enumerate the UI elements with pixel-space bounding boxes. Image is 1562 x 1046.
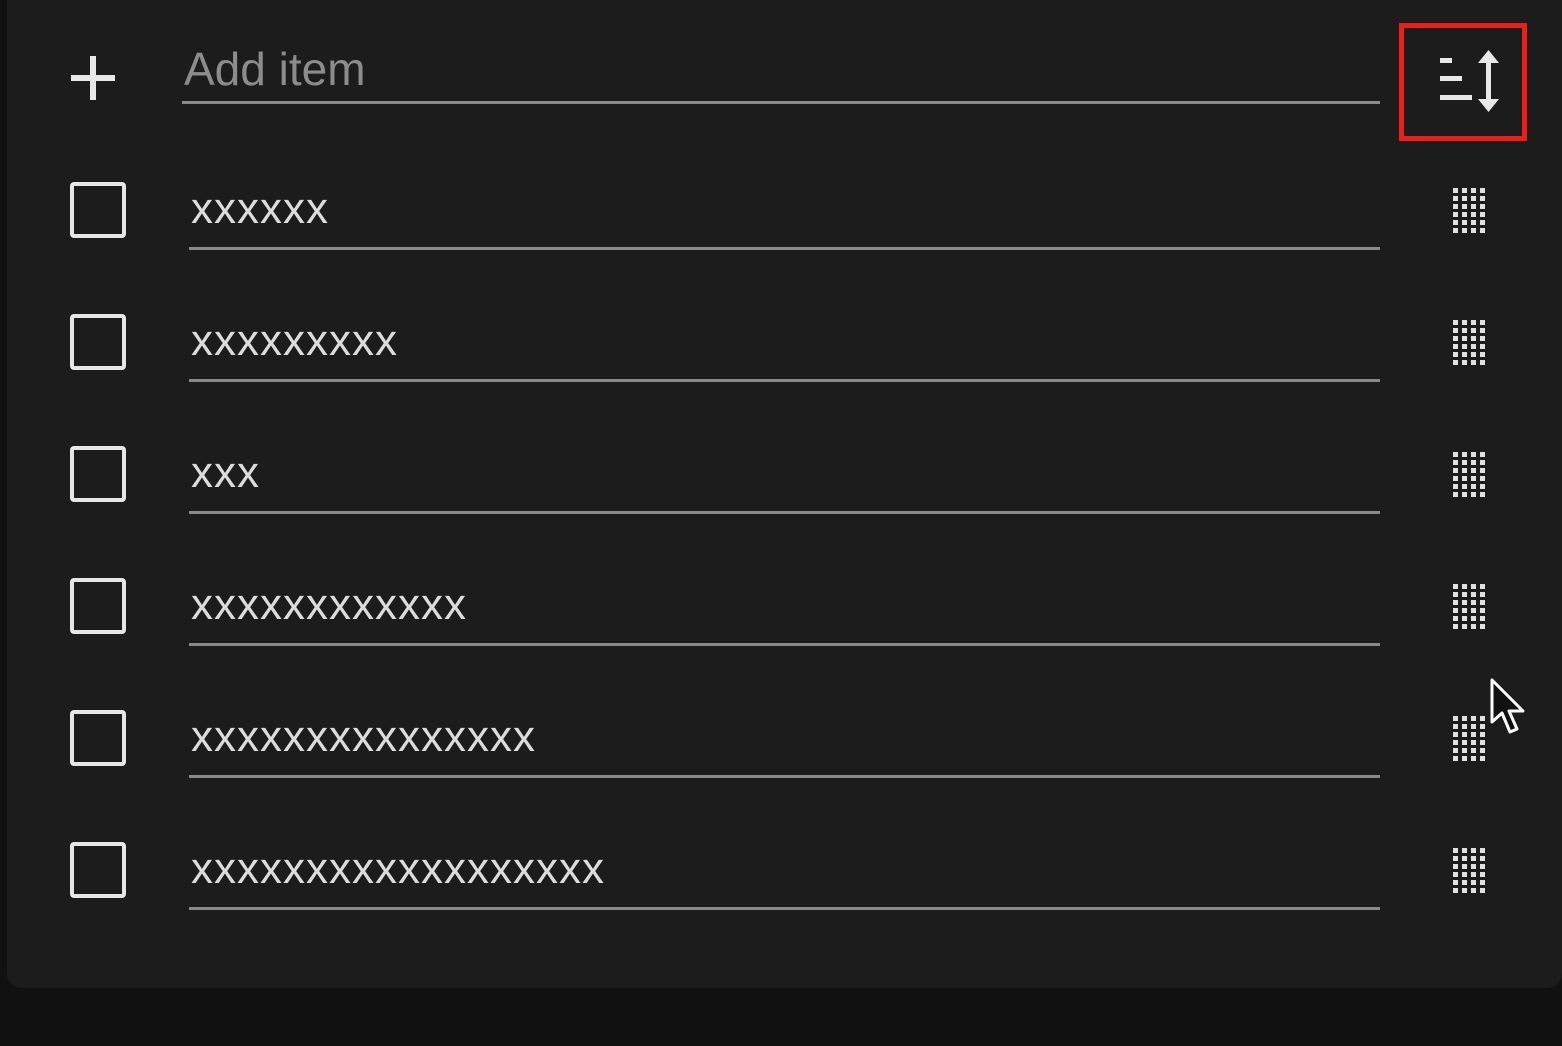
- list-item: xxxxxxxxxxxxxxxxxx: [7, 800, 1562, 932]
- item-text-field[interactable]: xxxxxxxxxxxx: [189, 576, 1380, 646]
- checkbox-unchecked-icon[interactable]: [70, 446, 126, 502]
- checkbox-unchecked-icon[interactable]: [70, 182, 126, 238]
- sort-button[interactable]: [1399, 23, 1527, 141]
- drag-handle-icon[interactable]: [1451, 846, 1487, 894]
- item-text-field[interactable]: xxxxxxxxxxxxxxx: [189, 708, 1380, 778]
- drag-handle-icon[interactable]: [1451, 318, 1487, 366]
- item-text-field[interactable]: xxxxxx: [189, 180, 1380, 250]
- add-item-input[interactable]: [182, 42, 1380, 104]
- plus-icon: [71, 56, 115, 100]
- checkbox-unchecked-icon[interactable]: [70, 842, 126, 898]
- drag-handle-icon[interactable]: [1451, 582, 1487, 630]
- item-text-field[interactable]: xxxxxxxxx: [189, 312, 1380, 382]
- add-item-row: [7, 0, 1562, 141]
- drag-handle-icon[interactable]: [1451, 450, 1487, 498]
- drag-handle-icon[interactable]: [1451, 714, 1487, 762]
- list-item: xxxxxxxxxxxxxxx: [7, 668, 1562, 800]
- todo-card: xxxxxxxxxxxxxxxxxxxxxxxxxxxxxxxxxxxxxxxx…: [7, 0, 1562, 988]
- item-text-field[interactable]: xxx: [189, 444, 1380, 514]
- checkbox-unchecked-icon[interactable]: [70, 710, 126, 766]
- item-text-field[interactable]: xxxxxxxxxxxxxxxxxx: [189, 840, 1380, 910]
- drag-handle-icon[interactable]: [1451, 186, 1487, 234]
- checkbox-unchecked-icon[interactable]: [70, 578, 126, 634]
- add-item-button[interactable]: [65, 50, 121, 106]
- list-item: xxxxxx: [7, 140, 1562, 272]
- sort-icon: [1440, 50, 1499, 112]
- list-item: xxxxxxxxxxxx: [7, 536, 1562, 668]
- list-item: xxxxxxxxx: [7, 272, 1562, 404]
- list-item: xxx: [7, 404, 1562, 536]
- checkbox-unchecked-icon[interactable]: [70, 314, 126, 370]
